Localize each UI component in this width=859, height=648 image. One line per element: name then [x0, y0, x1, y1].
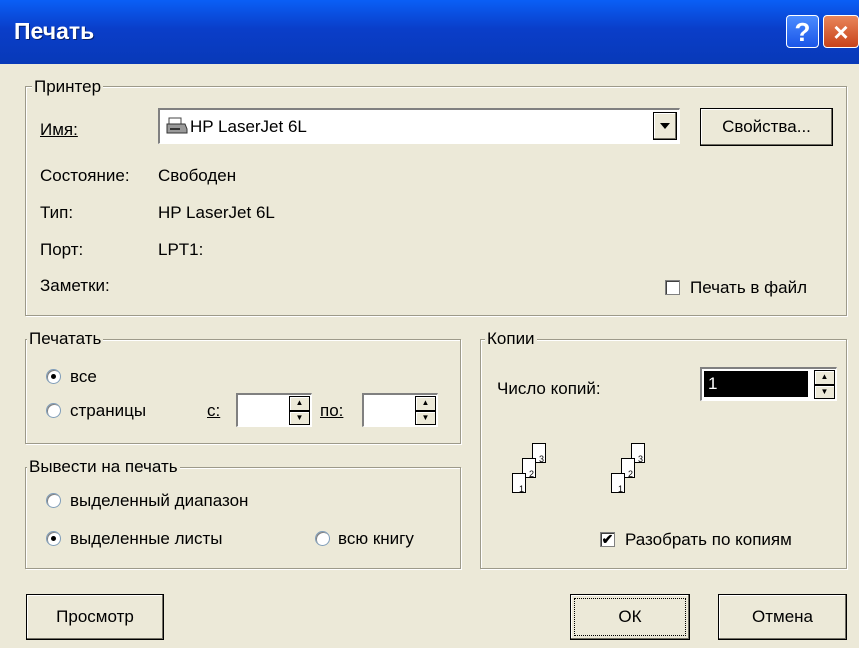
print-to-file-checkbox[interactable]: [665, 280, 680, 295]
printer-select[interactable]: HP LaserJet 6L: [158, 108, 680, 144]
print-range-group: [25, 339, 461, 444]
copies-count-field[interactable]: 1: [704, 371, 808, 397]
from-label: с:: [207, 401, 221, 420]
range-pages-label[interactable]: страницы: [70, 401, 146, 421]
ok-button-label: ОК: [618, 607, 642, 626]
spin-up-icon[interactable]: ▲: [415, 396, 436, 411]
title-bar[interactable]: Печать ? ×: [0, 0, 859, 64]
print-what-group: [25, 467, 461, 569]
workbook-label[interactable]: всю книгу: [338, 529, 414, 549]
port-value: LPT1:: [158, 240, 204, 259]
spin-down-icon[interactable]: ▼: [415, 410, 436, 425]
spin-down-icon[interactable]: ▼: [289, 410, 310, 425]
copies-count-input[interactable]: 1 ▲ ▼: [700, 367, 837, 401]
port-label: Порт:: [40, 240, 84, 259]
notes-label: Заметки:: [40, 276, 110, 295]
status-label: Состояние:: [40, 166, 130, 185]
sheets-label[interactable]: выделенные листы: [70, 529, 223, 549]
selection-label[interactable]: выделенный диапазон: [70, 491, 248, 511]
printer-icon: [166, 117, 188, 140]
print-what-legend: Вывести на печать: [27, 457, 180, 477]
range-all-label[interactable]: все: [70, 367, 97, 387]
properties-button-label: Свойства...: [722, 117, 811, 136]
properties-button[interactable]: Свойства...: [700, 108, 833, 146]
collate-page-1b: 1: [611, 473, 625, 494]
print-to-file-label[interactable]: Печать в файл: [690, 278, 807, 298]
range-pages-radio[interactable]: [46, 403, 61, 418]
help-icon[interactable]: ?: [786, 15, 819, 48]
to-spinner[interactable]: ▲ ▼: [415, 396, 436, 425]
ok-button[interactable]: ОК: [570, 594, 690, 640]
copies-spinner[interactable]: ▲ ▼: [814, 370, 835, 399]
workbook-radio[interactable]: [315, 531, 330, 546]
collate-label[interactable]: Разобрать по копиям: [625, 530, 792, 550]
collate-page-1: 1: [512, 473, 526, 494]
printer-name-label: Имя:: [40, 120, 78, 139]
collate-checkbox[interactable]: ✔: [600, 532, 615, 547]
range-all-radio[interactable]: [46, 369, 61, 384]
spin-up-icon[interactable]: ▲: [289, 396, 310, 411]
cancel-button-label: Отмена: [752, 607, 813, 626]
spin-up-icon[interactable]: ▲: [814, 370, 835, 385]
status-value: Свободен: [158, 166, 237, 185]
from-spinner[interactable]: ▲ ▼: [289, 396, 310, 425]
spin-down-icon[interactable]: ▼: [814, 384, 835, 399]
chevron-down-icon[interactable]: [653, 112, 677, 140]
preview-button-label: Просмотр: [56, 607, 134, 626]
to-input[interactable]: ▲ ▼: [362, 393, 438, 427]
collate-illustration: 3 2 1 3 2 1: [512, 443, 692, 513]
printer-select-value: HP LaserJet 6L: [190, 117, 307, 136]
preview-button[interactable]: Просмотр: [26, 594, 164, 640]
copies-count-label: Число копий:: [497, 379, 601, 398]
printer-legend: Принтер: [32, 77, 104, 97]
close-icon[interactable]: ×: [823, 15, 859, 48]
cancel-button[interactable]: Отмена: [718, 594, 847, 640]
copies-legend: Копии: [485, 329, 537, 349]
print-range-legend: Печатать: [27, 329, 104, 349]
window-title: Печать: [14, 18, 95, 44]
to-label: по:: [320, 401, 344, 420]
sheets-radio[interactable]: [46, 531, 61, 546]
from-input[interactable]: ▲ ▼: [236, 393, 312, 427]
selection-radio[interactable]: [46, 493, 61, 508]
type-label: Тип:: [40, 203, 74, 222]
copies-count-value: 1: [708, 374, 718, 393]
type-value: HP LaserJet 6L: [158, 203, 275, 222]
